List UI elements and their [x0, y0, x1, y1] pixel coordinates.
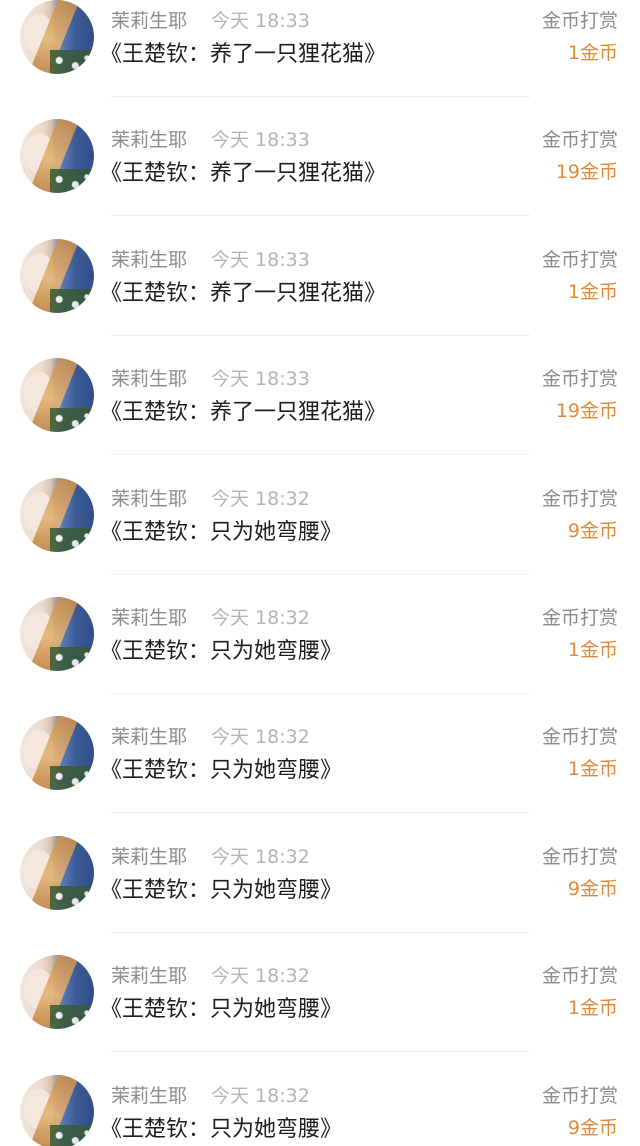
divider [111, 454, 530, 456]
user-name[interactable]: 茉莉生耶 [111, 364, 187, 391]
list-item[interactable]: 茉莉生耶 今天 18:32 《王楚钦：只为她弯腰》 金币打赏 1金币 [0, 714, 640, 833]
timestamp: 今天 18:33 [211, 368, 310, 391]
user-name[interactable]: 茉莉生耶 [111, 722, 187, 749]
book-title[interactable]: 《王楚钦：养了一只狸花猫》 [100, 36, 386, 68]
user-name[interactable]: 茉莉生耶 [111, 603, 187, 630]
list-item[interactable]: 茉莉生耶 今天 18:33 《王楚钦：养了一只狸花猫》 金币打赏 19金币 [0, 117, 640, 236]
book-title[interactable]: 《王楚钦：只为她弯腰》 [100, 1111, 342, 1143]
user-name[interactable]: 茉莉生耶 [111, 961, 187, 988]
user-name[interactable]: 茉莉生耶 [111, 1081, 187, 1108]
user-name[interactable]: 茉莉生耶 [111, 484, 187, 511]
list-item[interactable]: 茉莉生耶 今天 18:32 《王楚钦：只为她弯腰》 金币打赏 9金币 [0, 834, 640, 953]
book-title[interactable]: 《王楚钦：只为她弯腰》 [100, 514, 342, 546]
reward-amount: 1金币 [567, 997, 618, 1020]
timestamp: 今天 18:33 [211, 10, 310, 32]
reward-type-label: 金币打赏 [541, 487, 618, 510]
timestamp: 今天 18:32 [211, 606, 310, 629]
avatar[interactable] [20, 716, 94, 791]
reward-type-label: 金币打赏 [541, 606, 618, 629]
list-item[interactable]: 茉莉生耶 今天 18:32 《王楚钦：只为她弯腰》 金币打赏 1金币 [0, 953, 640, 1072]
timestamp: 今天 18:32 [211, 845, 310, 868]
reward-amount: 9金币 [567, 877, 618, 900]
avatar[interactable] [20, 358, 94, 433]
reward-amount: 1金币 [567, 758, 618, 781]
divider [111, 573, 530, 575]
timestamp: 今天 18:33 [211, 248, 310, 271]
book-title[interactable]: 《王楚钦：养了一只狸花猫》 [100, 155, 386, 187]
book-title[interactable]: 《王楚钦：只为她弯腰》 [100, 633, 342, 665]
reward-amount: 1金币 [567, 638, 618, 661]
reward-amount: 1金币 [567, 42, 618, 64]
timestamp: 今天 18:32 [211, 487, 310, 510]
reward-type-label: 金币打赏 [541, 726, 618, 749]
reward-amount: 19金币 [555, 400, 618, 423]
book-title[interactable]: 《王楚钦：只为她弯腰》 [100, 752, 342, 784]
list-item[interactable]: 茉莉生耶 今天 18:32 《王楚钦：只为她弯腰》 金币打赏 9金币 [0, 476, 640, 595]
avatar[interactable] [20, 0, 94, 74]
avatar[interactable] [20, 119, 94, 194]
divider [111, 812, 530, 814]
divider [111, 931, 530, 933]
divider [111, 692, 530, 694]
avatar[interactable] [20, 477, 94, 552]
reward-type-label: 金币打赏 [541, 845, 618, 868]
reward-type-label: 金币打赏 [541, 10, 618, 32]
divider [111, 96, 530, 97]
reward-type-label: 金币打赏 [541, 1084, 618, 1107]
timestamp: 今天 18:32 [211, 1084, 310, 1107]
timestamp: 今天 18:33 [211, 129, 310, 152]
book-title[interactable]: 《王楚钦：养了一只狸花猫》 [100, 275, 386, 307]
avatar[interactable] [20, 955, 94, 1030]
user-name[interactable]: 茉莉生耶 [111, 245, 187, 272]
divider [111, 1051, 530, 1053]
reward-type-label: 金币打赏 [541, 368, 618, 391]
divider [111, 215, 530, 217]
reward-amount: 9金币 [567, 519, 618, 542]
list-item[interactable]: 茉莉生耶 今天 18:33 《王楚钦：养了一只狸花猫》 金币打赏 1金币 [0, 237, 640, 356]
user-name[interactable]: 茉莉生耶 [111, 842, 187, 869]
user-name[interactable]: 茉莉生耶 [111, 125, 187, 152]
reward-type-label: 金币打赏 [541, 965, 618, 988]
avatar[interactable] [20, 1074, 94, 1146]
user-name[interactable]: 茉莉生耶 [111, 6, 187, 33]
list-item[interactable]: 茉莉生耶 今天 18:33 《王楚钦：养了一只狸花猫》 金币打赏 1金币 [0, 0, 640, 117]
book-title[interactable]: 《王楚钦：只为她弯腰》 [100, 872, 342, 904]
avatar[interactable] [20, 835, 94, 910]
timestamp: 今天 18:32 [211, 726, 310, 749]
list-item[interactable]: 茉莉生耶 今天 18:32 《王楚钦：只为她弯腰》 金币打赏 1金币 [0, 595, 640, 714]
book-title[interactable]: 《王楚钦：只为她弯腰》 [100, 991, 342, 1023]
reward-type-label: 金币打赏 [541, 129, 618, 152]
reward-type-label: 金币打赏 [541, 248, 618, 271]
list-item[interactable]: 茉莉生耶 今天 18:33 《王楚钦：养了一只狸花猫》 金币打赏 19金币 [0, 356, 640, 475]
avatar[interactable] [20, 238, 94, 313]
reward-amount: 19金币 [555, 161, 618, 184]
avatar[interactable] [20, 596, 94, 671]
divider [111, 334, 530, 336]
book-title[interactable]: 《王楚钦：养了一只狸花猫》 [100, 394, 386, 426]
timestamp: 今天 18:32 [211, 965, 310, 988]
reward-amount: 1金币 [567, 280, 618, 303]
reward-amount: 9金币 [567, 1116, 618, 1139]
list-item[interactable]: 茉莉生耶 今天 18:32 《王楚钦：只为她弯腰》 金币打赏 9金币 [0, 1073, 640, 1146]
reward-list: 茉莉生耶 今天 18:33 《王楚钦：养了一只狸花猫》 金币打赏 1金币 茉莉生… [0, 0, 640, 1146]
